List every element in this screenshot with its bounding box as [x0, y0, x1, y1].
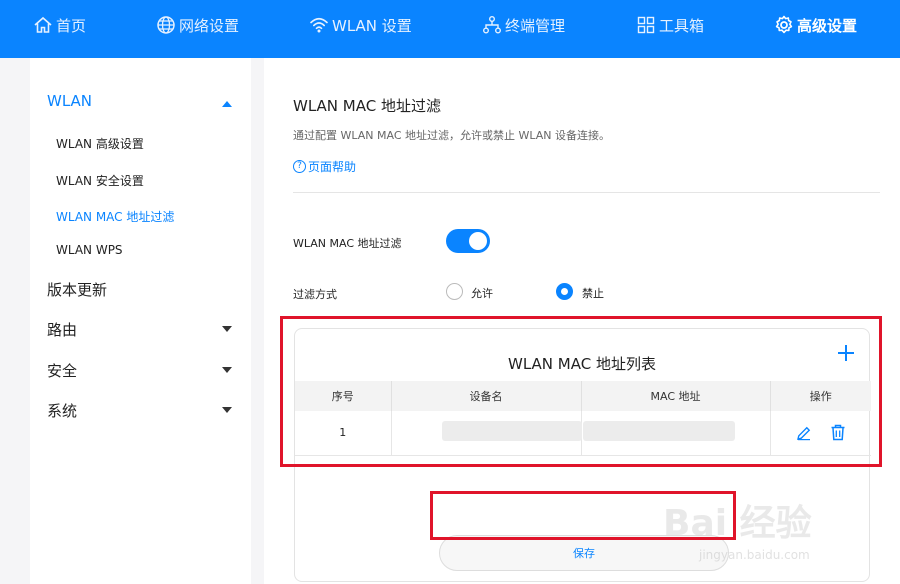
radio-deny[interactable] [556, 283, 573, 300]
nav-item-label: 高级设置 [797, 16, 858, 35]
sidebar: WLAN WLAN 高级设置 WLAN 安全设置 WLAN MAC 地址过滤 W… [30, 58, 251, 584]
nav-item-terminal-management[interactable]: 终端管理 [482, 0, 565, 50]
network-tree-icon [483, 16, 501, 34]
home-icon [34, 16, 52, 33]
mac-filter-toggle-label: WLAN MAC 地址过滤 [293, 237, 402, 250]
sidebar-item-wlan-advanced[interactable]: WLAN 高级设置 [56, 135, 144, 152]
watermark-logo: Bai 经验 jingyan.baidu.com [663, 486, 853, 570]
edit-icon[interactable] [796, 425, 812, 441]
sidebar-item-wlan-mac-filter[interactable]: WLAN MAC 地址过滤 [56, 208, 174, 225]
delete-icon[interactable] [830, 424, 846, 441]
nav-item-home[interactable]: 首页 [33, 0, 86, 50]
nav-item-label: 工具箱 [659, 16, 705, 35]
row-index: 1 [295, 411, 391, 456]
mac-filter-toggle[interactable] [446, 229, 490, 253]
sidebar-group-security[interactable]: 安全 [47, 360, 77, 381]
chevron-up-icon[interactable] [222, 101, 232, 107]
column-header-device-name: 设备名 [390, 381, 581, 411]
column-header-actions: 操作 [769, 381, 871, 411]
column-header-index: 序号 [295, 381, 391, 411]
table-header-row: 序号 设备名 MAC 地址 操作 [295, 381, 871, 411]
sidebar-item-wlan-wps[interactable]: WLAN WPS [56, 243, 123, 257]
sidebar-group-wlan[interactable]: WLAN [47, 92, 92, 110]
nav-item-label: 网络设置 [179, 16, 240, 35]
nav-item-advanced-settings[interactable]: 高级设置 [774, 0, 857, 50]
nav-item-label: 首页 [56, 16, 87, 35]
watermark-brand: Bai 经验 [663, 503, 812, 544]
page-description: 通过配置 WLAN MAC 地址过滤，允许或禁止 WLAN 设备连接。 [293, 129, 611, 142]
question-icon: ? [293, 160, 306, 173]
sidebar-group-routing[interactable]: 路由 [47, 319, 77, 340]
watermark-url: jingyan.baidu.com [699, 548, 810, 562]
page-help-link[interactable]: ? 页面帮助 [293, 158, 356, 175]
sidebar-item-wlan-security[interactable]: WLAN 安全设置 [56, 172, 144, 189]
mac-list-title: WLAN MAC 地址列表 [508, 355, 656, 373]
mac-table: 序号 设备名 MAC 地址 操作 1 [295, 381, 871, 456]
sidebar-group-system[interactable]: 系统 [47, 400, 77, 421]
filter-mode-label: 过滤方式 [293, 288, 337, 301]
top-navbar: 首页 网络设置 WLAN 设置 终端管理 工具箱 高级设置 [0, 0, 900, 58]
toolbox-grid-icon [637, 16, 655, 34]
page-title: WLAN MAC 地址过滤 [293, 97, 441, 115]
chevron-down-icon[interactable] [222, 326, 232, 332]
nav-item-wlan-settings[interactable]: WLAN 设置 [309, 0, 412, 50]
chevron-down-icon[interactable] [222, 407, 232, 413]
nav-item-toolbox[interactable]: 工具箱 [636, 0, 704, 50]
add-icon[interactable] [836, 343, 856, 363]
chevron-down-icon[interactable] [222, 367, 232, 373]
divider [293, 192, 880, 193]
radio-allow[interactable] [446, 283, 463, 300]
gear-icon [775, 15, 793, 34]
radio-allow-label: 允许 [471, 287, 493, 300]
nav-item-network-settings[interactable]: 网络设置 [156, 0, 239, 50]
wifi-icon [310, 17, 328, 33]
sidebar-group-version-update[interactable]: 版本更新 [47, 279, 107, 300]
nav-item-label: 终端管理 [505, 16, 566, 35]
help-link-label: 页面帮助 [308, 160, 357, 174]
radio-deny-label: 禁止 [582, 287, 604, 300]
toggle-knob [469, 232, 487, 250]
column-header-mac: MAC 地址 [580, 381, 770, 411]
blurred-device-name [441, 421, 582, 442]
blurred-mac-address [582, 421, 735, 442]
table-row: 1 [295, 411, 871, 456]
row-mac-address [580, 411, 770, 456]
globe-icon [157, 16, 175, 34]
nav-item-label: WLAN 设置 [332, 16, 412, 35]
row-device-name [390, 411, 582, 456]
row-actions [769, 411, 871, 456]
